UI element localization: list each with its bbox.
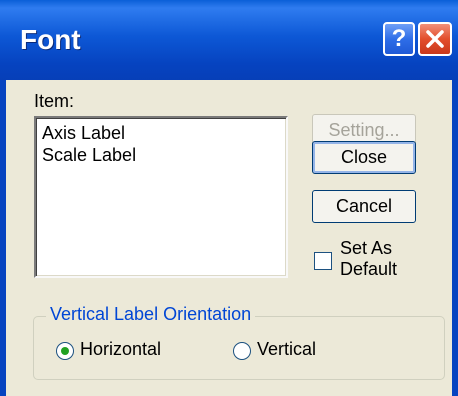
- close-icon: [426, 30, 444, 48]
- radio-selected-dot: [61, 347, 69, 355]
- orientation-group-title: Vertical Label Orientation: [46, 304, 256, 325]
- vertical-radio[interactable]: [233, 342, 251, 360]
- window-border-right: [452, 80, 458, 396]
- set-as-default-line1: Set As: [340, 238, 393, 258]
- list-item[interactable]: Axis Label: [42, 123, 125, 143]
- close-button[interactable]: Close: [312, 141, 416, 174]
- title-bar[interactable]: Font ?: [0, 0, 458, 80]
- help-button[interactable]: ?: [383, 22, 415, 56]
- set-as-default-checkbox[interactable]: [314, 252, 332, 270]
- set-as-default-label: Set As Default: [340, 238, 397, 280]
- item-listbox[interactable]: Axis Label Scale Label: [34, 116, 288, 278]
- window-border-left: [0, 80, 6, 396]
- window-title: Font: [20, 24, 81, 55]
- vertical-radio-label[interactable]: Vertical: [257, 339, 316, 360]
- font-dialog: Font ? Item: Axis Label Scale Label Sett…: [0, 0, 458, 396]
- list-item[interactable]: Scale Label: [42, 145, 136, 165]
- help-icon: ?: [391, 25, 407, 52]
- horizontal-radio-label[interactable]: Horizontal: [80, 339, 161, 360]
- horizontal-radio[interactable]: [56, 342, 74, 360]
- cancel-button[interactable]: Cancel: [312, 190, 416, 223]
- set-as-default-line2: Default: [340, 259, 398, 279]
- close-window-button[interactable]: [418, 22, 452, 56]
- item-label: Item:: [34, 91, 75, 111]
